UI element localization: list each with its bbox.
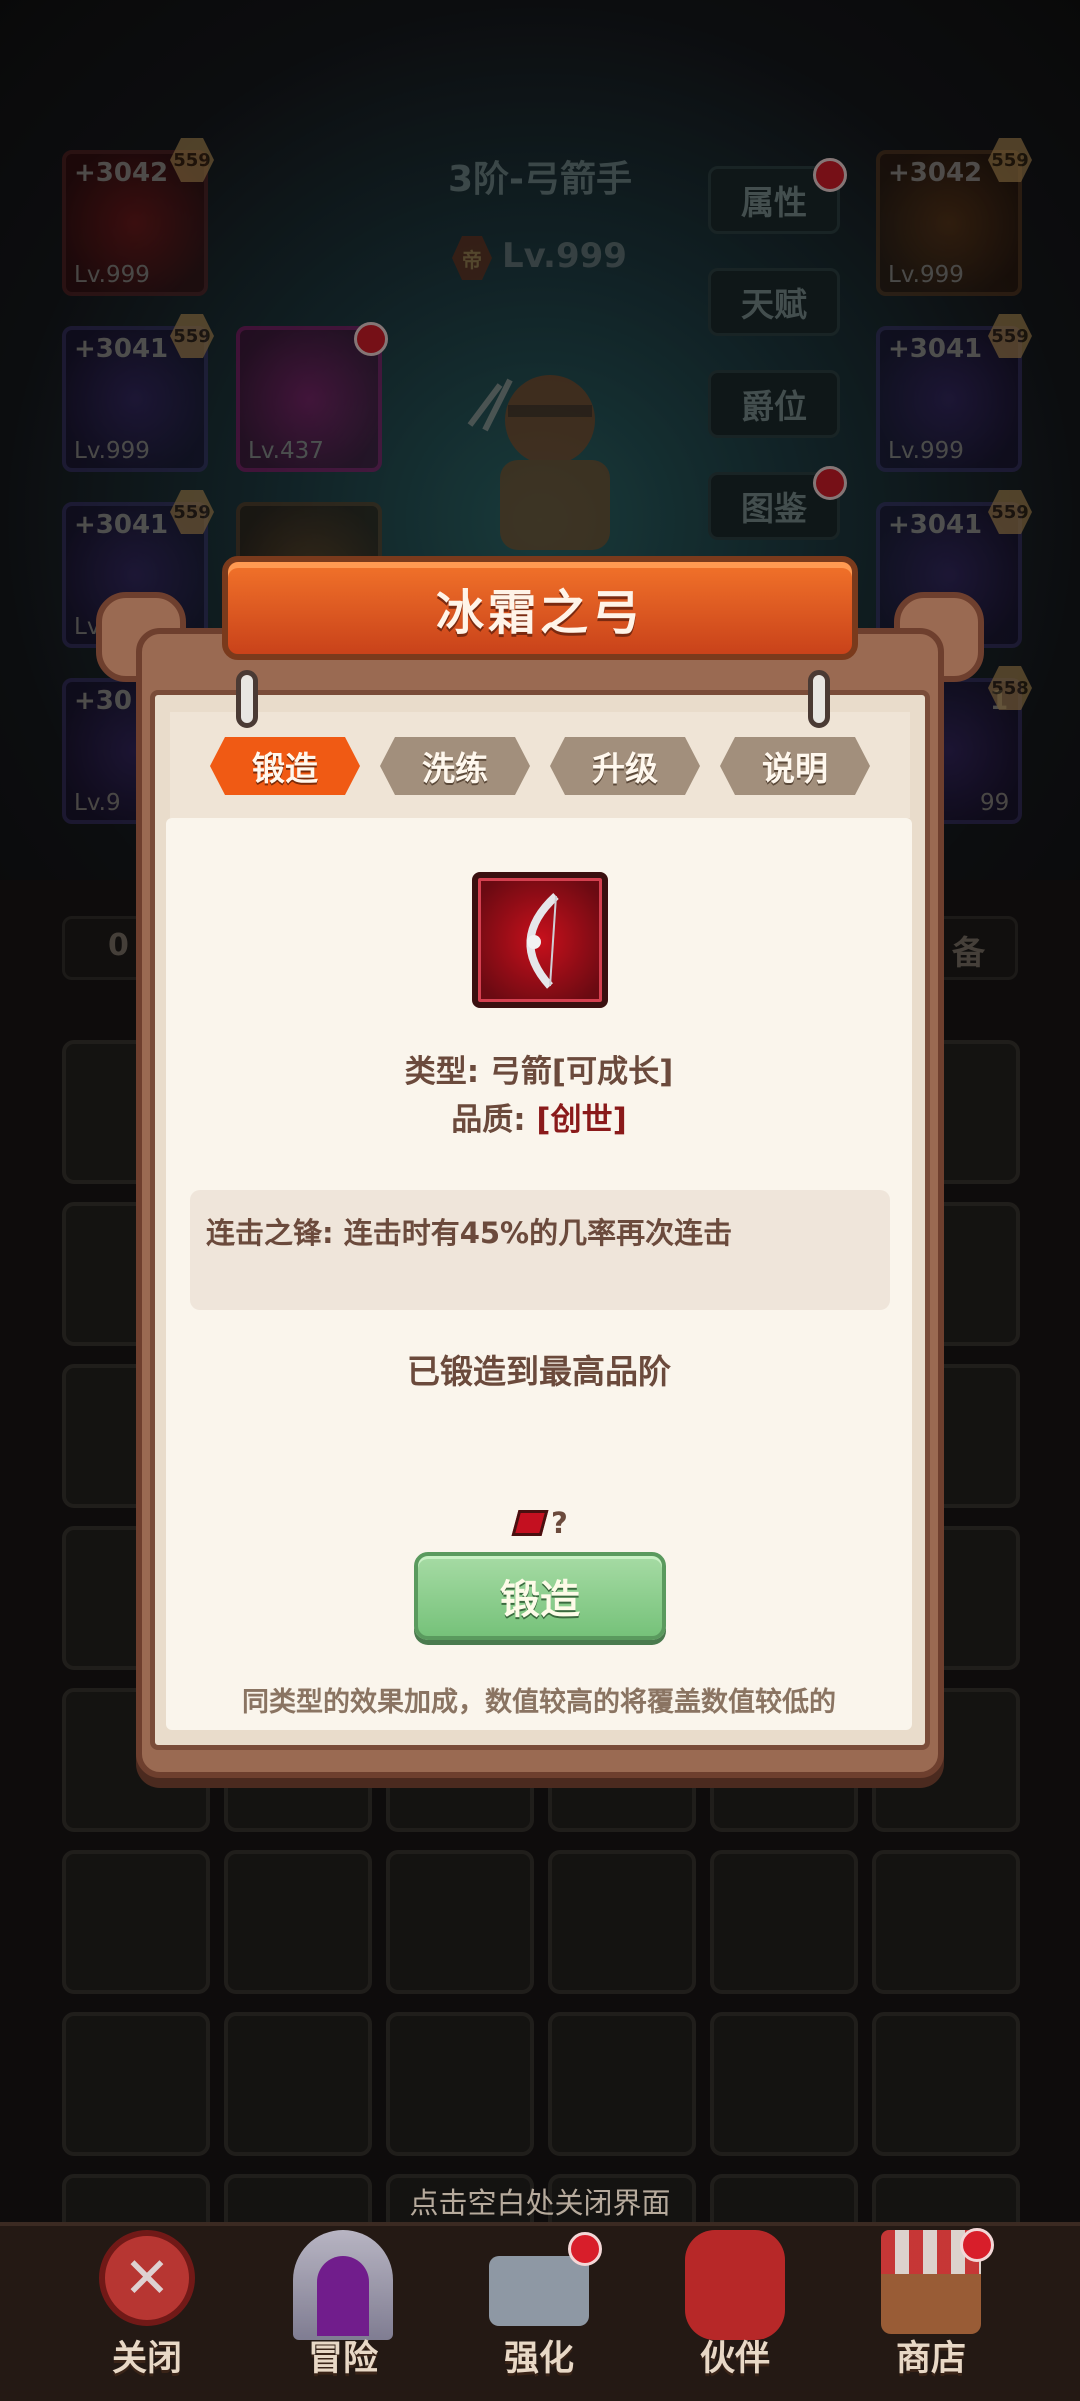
tab-forge[interactable]: 锻造 (210, 737, 360, 795)
item-icon (472, 872, 608, 1008)
notification-dot (568, 2232, 602, 2266)
nav-partner[interactable]: 伙伴 (660, 2230, 810, 2390)
dialog-footnote: 同类型的效果加成，数值较高的将覆盖数值较低的 (242, 1687, 836, 1718)
hanging-ring (236, 670, 258, 728)
notification-dot (960, 2228, 994, 2262)
tab-upgrade[interactable]: 升级 (550, 737, 700, 795)
nav-shop[interactable]: 商店 (856, 2228, 1006, 2390)
portal-gate-icon (317, 2256, 369, 2336)
forge-cost: ? (511, 1506, 568, 1540)
forge-button[interactable]: 锻造 (414, 1552, 666, 1640)
tab-refine[interactable]: 洗练 (380, 737, 530, 795)
nav-enhance[interactable]: 强化 (464, 2230, 614, 2390)
forge-material-icon (511, 1510, 549, 1536)
portal-icon (293, 2230, 393, 2340)
nav-label: 商店 (895, 2339, 966, 2379)
dialog-title-banner: 冰霜之弓 (222, 556, 858, 660)
partner-icon (685, 2230, 785, 2340)
anvil-icon (489, 2256, 589, 2326)
effect-description: 连击之锋: 连击时有45%的几率再次连击 (190, 1190, 890, 1310)
nav-close[interactable]: ✕ 关闭 (72, 2230, 222, 2390)
bow-icon (526, 893, 559, 989)
tab-description[interactable]: 说明 (720, 737, 870, 795)
nav-label: 冒险 (307, 2339, 378, 2379)
nav-adventure[interactable]: 冒险 (268, 2230, 418, 2390)
close-hint: 点击空白处关闭界面 (409, 2186, 671, 2220)
dialog-title: 冰霜之弓 (435, 585, 644, 641)
item-type: 类型: 弓箭[可成长] (404, 1054, 674, 1090)
close-icon: ✕ (99, 2230, 195, 2326)
forge-cost-value: ? (551, 1506, 568, 1540)
nav-label: 伙伴 (699, 2339, 770, 2379)
nav-label: 关闭 (111, 2339, 182, 2379)
shop-counter-icon (881, 2274, 981, 2334)
item-quality: 品质: [创世] (166, 1094, 912, 1139)
forge-status: 已锻造到最高品阶 (407, 1352, 671, 1391)
quality-value: [创世] (536, 1102, 627, 1138)
hanging-ring (808, 670, 830, 728)
nav-label: 强化 (503, 2339, 574, 2379)
quality-label: 品质: (451, 1102, 537, 1138)
effect-text: 连击之锋: 连击时有45%的几率再次连击 (206, 1216, 733, 1250)
